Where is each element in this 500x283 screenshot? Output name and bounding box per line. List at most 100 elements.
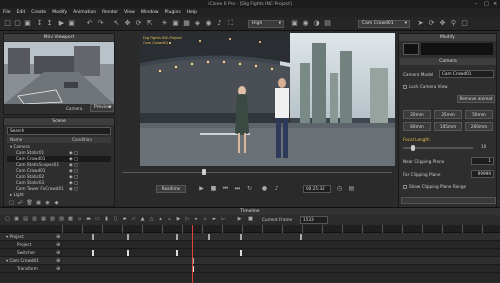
mini-view-mode-dropdown[interactable]: Preview [90,104,114,112]
add-track-icon[interactable]: ⊕ [56,266,60,272]
focal-length-slider-handle[interactable] [411,145,415,151]
move-tool-icon[interactable]: ✥ [123,19,132,28]
tl-play-icon[interactable]: ▶ [235,215,244,224]
new-file-icon[interactable]: □ [3,19,12,28]
stereo-icon[interactable]: ◉ [301,19,310,28]
timeline-ruler[interactable] [0,225,500,233]
menu-edit[interactable]: Edit [14,8,29,17]
scene-col-condition[interactable]: Condition [69,137,92,143]
maximize-button[interactable]: □ [484,1,489,7]
camera-name-field[interactable]: Cam Crowd01 [439,70,494,78]
wireframe-icon[interactable]: ◈ [193,19,202,28]
tl-icon-18[interactable]: ▴ [156,215,165,224]
tl-icon-10[interactable]: ▬ [84,215,93,224]
select-tool-icon[interactable]: ↖ [112,19,121,28]
time-format-icon[interactable]: ◷ [335,184,344,193]
frame-settings-icon[interactable]: ▤ [347,184,356,193]
tl-icon-12[interactable]: ▮ [102,215,111,224]
save-icon[interactable]: ▣ [23,19,32,28]
lens-200mm-button[interactable]: 200mm [465,122,493,131]
import-icon[interactable]: ↧ [35,19,44,28]
camera-icon[interactable]: ▣ [171,19,180,28]
current-frame-field[interactable]: 1533 [300,216,328,224]
timeline-playhead[interactable] [192,225,193,283]
tl-icon-7[interactable]: ▨ [57,215,66,224]
sound-icon[interactable]: ♪ [215,19,224,28]
tl-icon-25[interactable]: ▻ [219,215,228,224]
far-clip-field[interactable]: 99999 [471,170,494,178]
menu-modify[interactable]: Modify [49,8,70,17]
shadow-icon[interactable]: ◑ [312,19,321,28]
modify-bottom-tabs[interactable] [401,197,496,204]
timeline-row-switcher[interactable]: Switcher ⊕ [0,249,500,257]
lens-60mm-button[interactable]: 60mm [403,122,431,131]
scene-col-name[interactable]: Name [7,137,22,143]
menu-help[interactable]: Help [184,8,200,17]
lens-105mm-button[interactable]: 105mm [434,122,462,131]
focal-length-value[interactable]: 10 [481,144,486,149]
orbit-icon[interactable]: ⟳ [427,19,436,28]
menu-create[interactable]: Create [28,8,49,17]
timeline-row-project[interactable]: Project ⊕ [0,241,500,249]
undo-icon[interactable]: ↶ [85,19,94,28]
light-icon[interactable]: ☀ [160,19,169,28]
physics-icon[interactable]: ◉ [204,19,213,28]
grid-icon[interactable]: ▦ [182,19,191,28]
tl-icon-17[interactable]: △ [147,215,156,224]
scene-search-input[interactable]: Search [7,127,111,135]
minimize-button[interactable]: – [475,1,478,7]
scale-tool-icon[interactable]: ⇱ [145,19,154,28]
realtime-button[interactable]: Realtime [156,185,186,193]
next-frame-icon[interactable]: ⏭ [233,184,242,193]
camera-dropdown[interactable]: Cam Crowd01 [358,20,410,28]
fit-icon[interactable]: ▢ [460,19,469,28]
timeline-row-transform[interactable]: Transform ⊕ [0,265,500,273]
tl-icon-23[interactable]: ▹ [201,215,210,224]
tl-icon-24[interactable]: ► [210,215,219,224]
focal-length-slider[interactable] [403,145,473,151]
tl-icon-21[interactable]: ▷ [183,215,192,224]
lens-50mm-button[interactable]: 50mm [465,110,493,119]
tl-icon-4[interactable]: ▥ [30,215,39,224]
pan-icon[interactable]: ✥ [438,19,447,28]
zoom-icon[interactable]: ⚲ [449,19,458,28]
tl-icon-1[interactable]: ▢ [3,215,12,224]
video-icon[interactable]: ▣ [67,19,76,28]
stop-icon[interactable]: ■ [209,184,218,193]
scene-item-light[interactable]: ▸ Light [7,192,111,198]
camera-section-title[interactable]: Camera [400,58,496,65]
menu-plugins[interactable]: Plugins [162,8,184,17]
tl-icon-3[interactable]: ▤ [21,215,30,224]
tl-icon-8[interactable]: ▩ [66,215,75,224]
menu-file[interactable]: File [0,8,14,17]
rotate-tool-icon[interactable]: ⟳ [134,19,143,28]
tl-icon-20[interactable]: ▶ [174,215,183,224]
scrub-handle[interactable] [202,169,206,175]
remove-animation-button[interactable]: Remove animat [457,95,495,103]
close-button[interactable]: × [493,1,497,7]
tl-icon-13[interactable]: ▯ [111,215,120,224]
display-icon[interactable]: ▣ [290,19,299,28]
export-icon[interactable]: ↥ [45,19,54,28]
camera-fly-icon[interactable]: ➤ [416,19,425,28]
mini-viewport-render[interactable] [4,42,114,104]
tl-icon-19[interactable]: ▵ [165,215,174,224]
fullscreen-icon[interactable]: ⛶ [226,19,235,28]
tl-icon-16[interactable]: ▲ [138,215,147,224]
open-file-icon[interactable]: ▢ [13,19,22,28]
tl-icon-15[interactable]: ▱ [129,215,138,224]
lock-camera-checkbox[interactable]: Lock Camera View [403,84,448,89]
near-clip-field[interactable]: 1 [471,157,494,165]
tl-icon-2[interactable]: ▣ [12,215,21,224]
prev-frame-icon[interactable]: ⏮ [221,184,230,193]
timeline-row-cam-crowd[interactable]: ▾ Cam Crowd01 ⊕ [0,257,500,265]
menu-window[interactable]: Window [138,8,162,17]
redo-icon[interactable]: ↷ [96,19,105,28]
tl-icon-6[interactable]: ▧ [48,215,57,224]
main-viewport[interactable]: Dig Fights INC-Project Cam Crowd01 [140,33,395,166]
tl-icon-14[interactable]: ▰ [120,215,129,224]
record-icon[interactable]: ● [260,184,269,193]
add-track-icon[interactable]: ⊕ [56,258,60,264]
lens-20mm-button[interactable]: 20mm [403,110,431,119]
add-track-icon[interactable]: ⊕ [56,242,60,248]
